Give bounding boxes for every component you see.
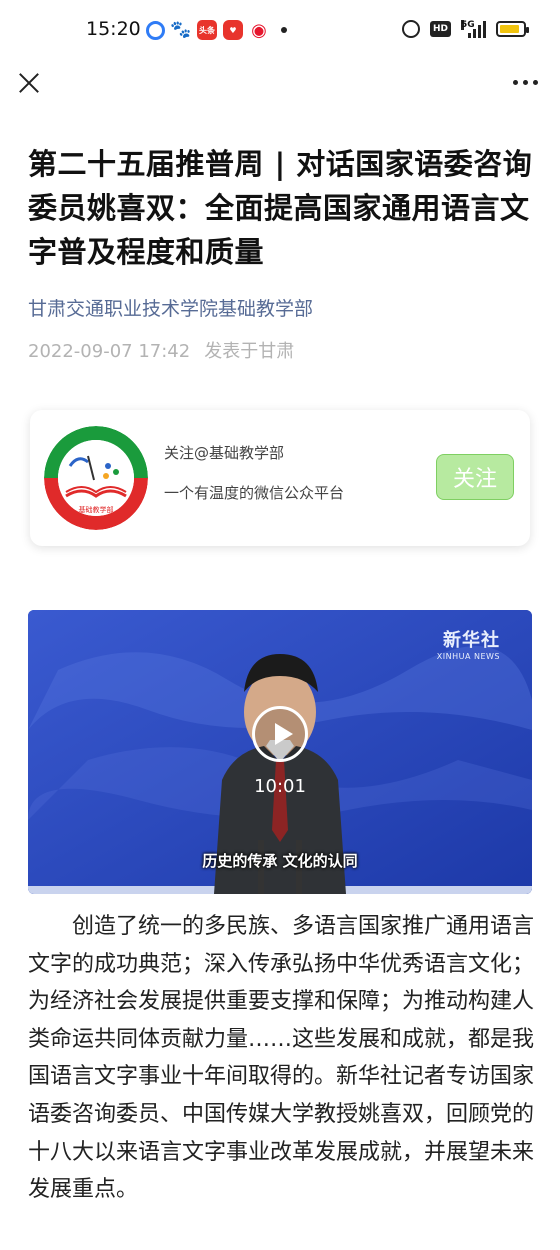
pinduoduo-icon: ♥ bbox=[223, 20, 243, 40]
account-logo-icon: 基础教学部 bbox=[44, 426, 148, 530]
status-time: 15:20 bbox=[86, 18, 141, 40]
battery-level bbox=[500, 25, 519, 33]
account-name-link[interactable]: 甘肃交通职业技术学院基础教学部 bbox=[28, 294, 313, 321]
watermark-sub: XINHUA NEWS bbox=[436, 652, 500, 661]
signal-icon: 5G bbox=[461, 20, 486, 38]
qq-browser-icon bbox=[146, 20, 165, 40]
profile-card-description: 一个有温度的微信公众平台 bbox=[164, 484, 345, 502]
video-subtitle: 历史的传承 文化的认同 bbox=[202, 852, 358, 870]
article-meta: 2022-09-07 17:42 发表于甘肃 bbox=[28, 337, 294, 363]
close-icon[interactable] bbox=[14, 68, 44, 98]
publish-location: 发表于甘肃 bbox=[204, 341, 295, 362]
watermark-main: 新华社 bbox=[443, 630, 500, 651]
publish-date: 2022-09-07 17:42 bbox=[28, 341, 191, 362]
baidu-paw-icon: 🐾 bbox=[170, 20, 192, 40]
status-bar: 15:20 🐾 头条 ♥ ◉ HD 5G bbox=[0, 0, 560, 62]
more-notifications-dot-icon bbox=[281, 27, 287, 33]
video-watermark: 新华社 XINHUA NEWS bbox=[437, 626, 500, 661]
weibo-icon: ◉ bbox=[251, 19, 267, 41]
follow-button[interactable]: 关注 bbox=[436, 454, 514, 500]
toutiao-icon: 头条 bbox=[197, 20, 217, 40]
video-player[interactable]: 新华社 XINHUA NEWS 10:01 历史的传承 文化的认同 bbox=[28, 610, 532, 894]
more-icon[interactable] bbox=[513, 72, 538, 93]
network-type: 5G bbox=[461, 20, 475, 30]
profile-card-name: 关注@基础教学部 bbox=[164, 444, 285, 462]
logo-bottom-text: 基础教学部 bbox=[79, 505, 114, 514]
notification-icons: 🐾 头条 ♥ ◉ bbox=[146, 19, 287, 41]
profile-card[interactable]: 基础教学部 关注@基础教学部 一个有温度的微信公众平台 关注 bbox=[30, 410, 530, 546]
article-title: 第二十五届推普周 | 对话国家语委咨询委员姚喜双：全面提高国家通用语言文字普及程… bbox=[28, 147, 533, 269]
play-icon[interactable] bbox=[252, 706, 308, 762]
article-body-paragraph: 创造了统一的多民族、多语言国家推广通用语言文字的成功典范；深入传承弘扬中华优秀语… bbox=[28, 914, 535, 1203]
system-icons: HD 5G bbox=[401, 20, 529, 38]
battery-icon bbox=[496, 21, 529, 37]
hd-icon: HD bbox=[429, 21, 451, 37]
alarm-icon bbox=[401, 20, 420, 38]
video-duration: 10:01 bbox=[254, 776, 306, 797]
